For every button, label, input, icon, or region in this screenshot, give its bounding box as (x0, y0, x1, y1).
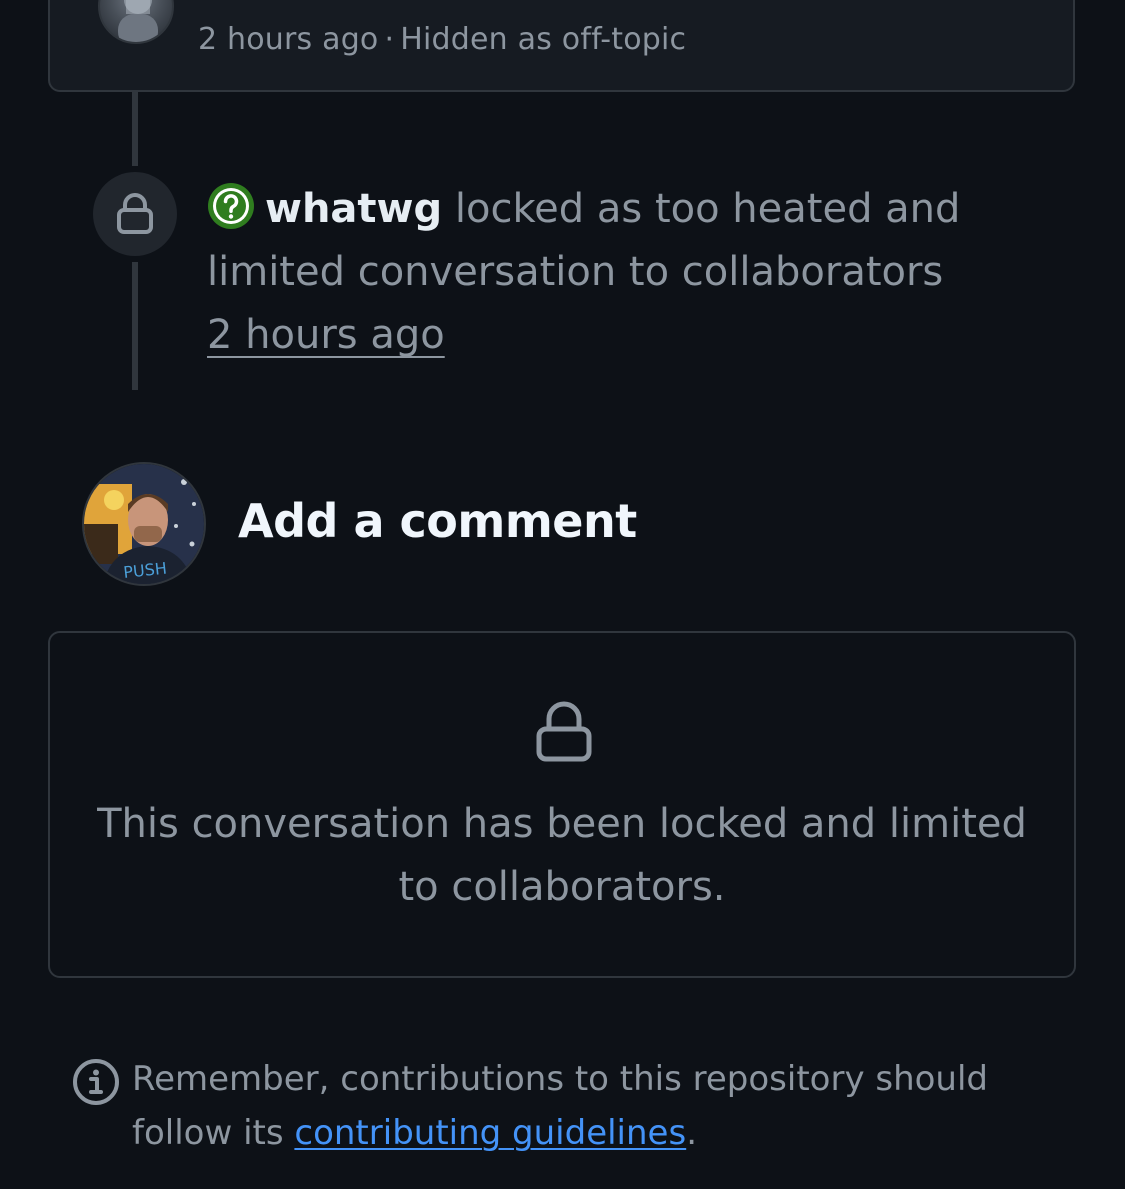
notice-suffix: . (686, 1113, 697, 1153)
timeline-connector (132, 92, 138, 166)
hidden-comment-card[interactable]: jonathanhogg 2 hours ago·Hidden as off-t… (48, 0, 1075, 92)
lock-icon (536, 701, 592, 762)
meta-separator: · (384, 22, 395, 57)
hidden-status: Hidden as off-topic (400, 22, 687, 57)
lock-event-badge (93, 172, 177, 256)
comment-time[interactable]: 2 hours ago (198, 22, 379, 57)
event-actor-link[interactable]: whatwg (265, 186, 442, 232)
comment-meta: 2 hours ago · Hidden as off-topic (198, 22, 686, 57)
viewer-avatar[interactable]: PUSH (82, 462, 206, 586)
locked-message: This conversation has been locked and li… (97, 801, 1027, 910)
contributing-notice: Remember, contributions to this reposito… (132, 1052, 1032, 1160)
contributing-guidelines-link[interactable]: contributing guidelines (294, 1113, 686, 1153)
event-time-link[interactable]: 2 hours ago (207, 312, 445, 358)
locked-conversation-box: This conversation has been locked and li… (48, 631, 1076, 978)
info-icon (73, 1059, 119, 1105)
issue-timeline-page: jonathanhogg 2 hours ago·Hidden as off-t… (0, 0, 1125, 1189)
avatar[interactable] (98, 0, 174, 44)
question-bot-icon[interactable] (207, 182, 255, 230)
lock-icon (117, 193, 153, 234)
timeline-connector (132, 262, 138, 390)
lock-event-description: whatwg locked as too heated and limited … (207, 178, 1007, 367)
add-comment-heading: Add a comment (238, 494, 637, 548)
